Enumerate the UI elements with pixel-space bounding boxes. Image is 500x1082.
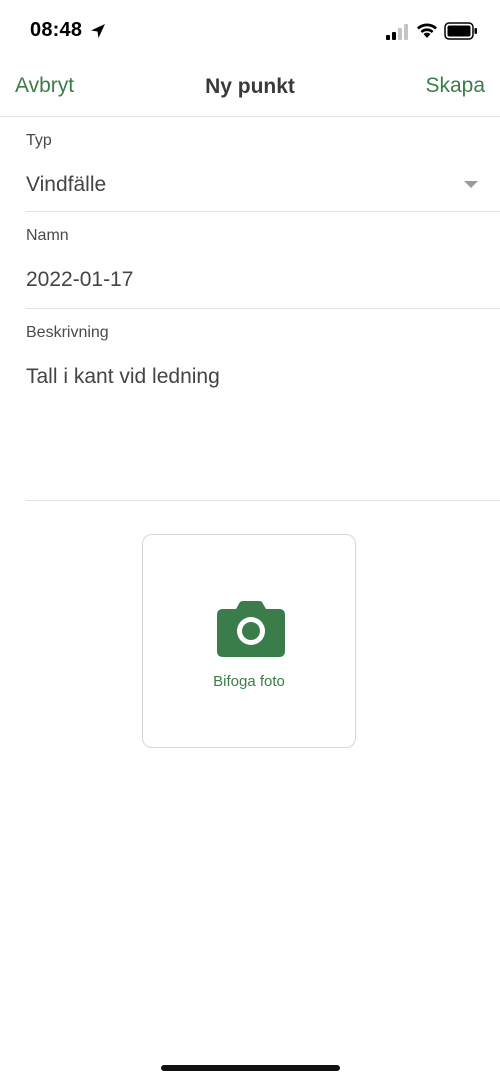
camera-icon xyxy=(217,601,285,657)
type-label: Typ xyxy=(26,132,52,149)
description-label: Beskrivning xyxy=(26,324,109,341)
type-select[interactable]: Typ Vindfälle xyxy=(26,117,500,212)
battery-icon xyxy=(444,22,477,40)
type-value[interactable]: Vindfälle xyxy=(26,173,106,197)
navigation-bar: Avbryt Ny punkt Skapa xyxy=(0,64,500,117)
attach-photo-button[interactable]: Bifoga foto xyxy=(142,534,356,748)
status-bar: 08:48 xyxy=(0,0,500,64)
attach-photo-label: Bifoga foto xyxy=(213,673,285,690)
cellular-signal-icon xyxy=(386,24,408,40)
status-time: 08:48 xyxy=(30,19,83,41)
location-arrow-icon xyxy=(91,24,105,38)
chevron-down-icon[interactable] xyxy=(464,181,478,188)
create-button[interactable]: Skapa xyxy=(425,74,485,98)
name-label: Namn xyxy=(26,227,69,244)
name-input[interactable]: 2022-01-17 xyxy=(26,268,133,292)
wifi-icon xyxy=(417,23,437,38)
home-indicator[interactable] xyxy=(161,1065,340,1071)
description-field[interactable]: Beskrivning Tall i kant vid ledning xyxy=(26,309,500,501)
name-field[interactable]: Namn 2022-01-17 xyxy=(26,212,500,309)
description-input[interactable]: Tall i kant vid ledning xyxy=(26,365,220,389)
